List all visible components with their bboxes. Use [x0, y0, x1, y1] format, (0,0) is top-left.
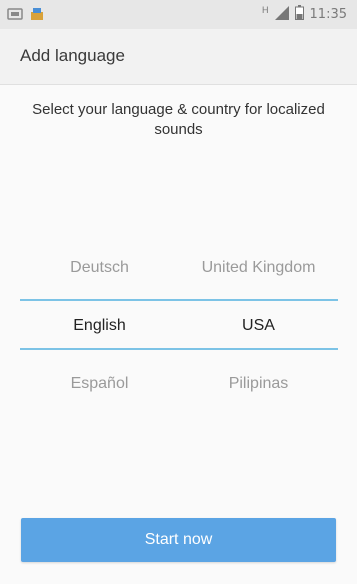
language-option[interactable]: Deutsch — [20, 248, 179, 288]
app-header: Add language — [0, 29, 357, 85]
language-option[interactable]: Español — [20, 364, 179, 404]
page-title: Add language — [20, 46, 125, 65]
signal-icon — [274, 5, 289, 23]
country-option-selected[interactable]: USA — [179, 306, 338, 346]
clock-time: 11:35 — [309, 6, 347, 22]
picker-row[interactable]: Deutsch United Kingdom — [20, 248, 338, 288]
language-option-selected[interactable]: English — [20, 306, 179, 346]
selection-divider-top — [20, 299, 338, 301]
instruction-text: Select your language & country for local… — [32, 101, 325, 138]
notification-sim-icon — [7, 7, 23, 26]
language-country-picker[interactable]: Deutsch United Kingdom English USA Españ… — [20, 248, 338, 412]
country-option[interactable]: Pilipinas — [179, 364, 338, 404]
battery-icon — [294, 5, 304, 23]
network-type-label: H — [262, 5, 269, 15]
notification-app-icon — [29, 6, 45, 27]
country-option[interactable]: United Kingdom — [179, 248, 338, 288]
picker-row-selected[interactable]: English USA — [20, 306, 338, 346]
start-now-button[interactable]: Start now — [21, 518, 336, 562]
status-bar: H 11:35 — [0, 0, 357, 29]
selection-divider-bottom — [20, 348, 338, 350]
picker-row[interactable]: Español Pilipinas — [20, 364, 338, 404]
